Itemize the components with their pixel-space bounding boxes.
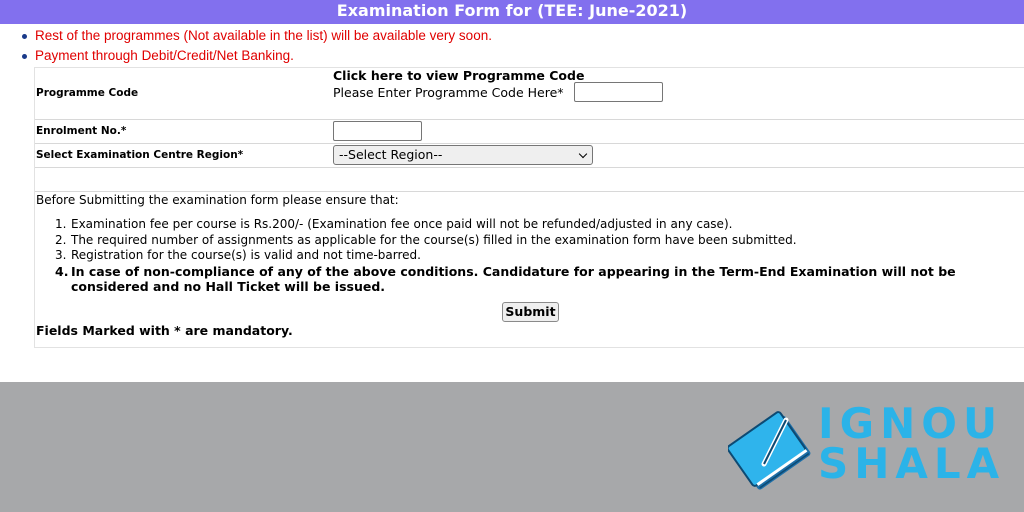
notice-item: Payment through Debit/Credit/Net Banking… [22,47,492,67]
region-label: Select Examination Centre Region* [36,149,244,161]
programme-code-input[interactable] [574,82,663,102]
region-select[interactable]: --Select Region-- [333,145,593,165]
programme-code-prompt: Please Enter Programme Code Here* [333,85,564,100]
page-header: Examination Form for (TEE: June-2021) [0,0,1024,24]
brand-line-1: IGNOU [818,399,1004,448]
row-divider [35,167,1024,168]
bullet-icon [22,34,27,39]
instructions-list: 1. Examination fee per course is Rs.200/-… [55,217,1024,295]
chevron-down-icon [578,149,588,159]
list-item: 2. The required number of assignments as … [55,232,797,247]
brand-logo-text: IGNOU SHALA [818,399,1006,488]
submit-button[interactable]: Submit [502,302,559,322]
notice-list: Rest of the programmes (Not available in… [22,27,492,67]
list-item: 3. Registration for the course(s) is vali… [55,248,421,262]
brand-line-2: SHALA [818,439,1006,488]
instructions-intro: Before Submitting the examination form p… [36,193,399,207]
region-selected-value: --Select Region-- [339,147,443,162]
list-item: 1. Examination fee per course is Rs.200/-… [55,217,733,231]
list-item: 4. In case of non-compliance of any of th… [55,263,956,295]
page-title: Examination Form for (TEE: June-2021) [336,1,688,20]
row-divider [35,143,1024,144]
row-divider [35,119,1024,120]
view-programme-code-link[interactable]: Click here to view Programme Code [333,68,584,83]
bullet-icon [22,54,27,59]
enrolment-input[interactable] [333,121,422,141]
enrolment-label: Enrolment No.* [36,125,127,137]
notice-item: Rest of the programmes (Not available in… [22,27,492,47]
programme-code-label: Programme Code [36,87,139,99]
row-divider [35,191,1024,192]
exam-form: Click here to view Programme Code Progra… [34,67,1024,348]
mandatory-note: Fields Marked with * are mandatory. [36,323,293,338]
